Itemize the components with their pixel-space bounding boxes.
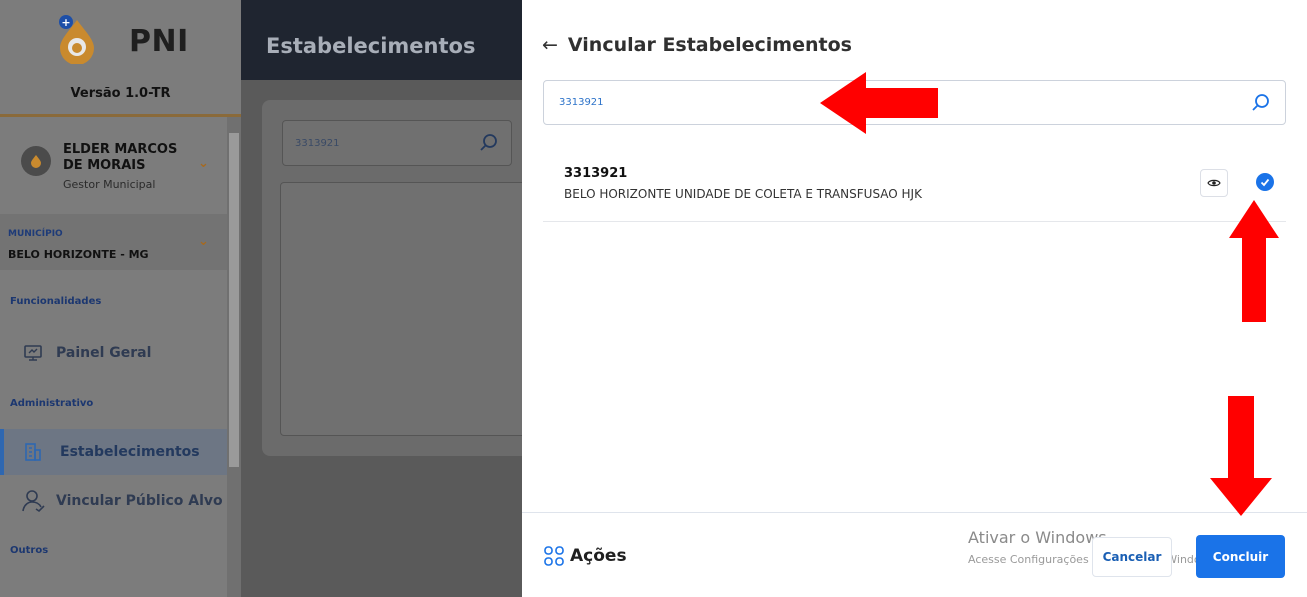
sidebar-item-painel-geral[interactable]: Painel Geral: [0, 330, 227, 376]
user-role: Gestor Municipal: [63, 178, 156, 191]
establishment-code: 3313921: [564, 166, 628, 181]
sidebar: + PNI Versão 1.0-TR ELDER MARCOS DE MORA…: [0, 0, 241, 597]
sidebar-item-vincular-publico-alvo[interactable]: Vincular Público Alvo: [0, 478, 227, 524]
actions-label: Ações: [570, 546, 627, 566]
user-card[interactable]: ELDER MARCOS DE MORAIS Gestor Municipal …: [8, 126, 228, 206]
grid-icon: [544, 546, 564, 566]
search-icon[interactable]: [1251, 93, 1271, 113]
background-list-area: [280, 182, 531, 436]
windows-activation-title: Ativar o Windows: [968, 528, 1107, 547]
municipality-value: BELO HORIZONTE - MG: [8, 248, 149, 261]
section-functionalities: Funcionalidades: [10, 296, 102, 307]
sidebar-item-label: Painel Geral: [56, 345, 152, 361]
monitor-icon: [24, 345, 42, 361]
building-icon: [25, 443, 41, 461]
municipality-label: MUNICÍPIO: [8, 229, 63, 239]
topbar: Estabelecimentos: [241, 0, 531, 80]
search-value: 3313921: [559, 97, 604, 108]
drop-icon: [31, 155, 41, 168]
annotation-arrow-up: [1229, 200, 1279, 322]
eye-icon: [1207, 179, 1221, 187]
confirm-button[interactable]: Concluir: [1196, 535, 1285, 578]
municipality-selector[interactable]: MUNICÍPIO BELO HORIZONTE - MG ⌄: [0, 214, 227, 270]
drawer-footer: Ações Ativar o Windows Acesse Configuraç…: [522, 512, 1307, 597]
view-button[interactable]: [1200, 169, 1228, 197]
sidebar-item-estabelecimentos[interactable]: Estabelecimentos: [0, 429, 227, 475]
annotation-arrow-down: [1210, 396, 1272, 516]
sidebar-item-label: Estabelecimentos: [60, 444, 200, 460]
drawer-title: Vincular Estabelecimentos: [567, 34, 852, 56]
select-checkbox[interactable]: [1256, 173, 1274, 191]
logo-area: + PNI Versão 1.0-TR: [0, 0, 241, 117]
cancel-button[interactable]: Cancelar: [1092, 537, 1172, 577]
avatar: [21, 146, 51, 176]
user-name: ELDER MARCOS DE MORAIS: [63, 142, 178, 173]
checkmark-icon: [1260, 178, 1270, 187]
page-title: Estabelecimentos: [266, 34, 476, 58]
sidebar-item-label: Vincular Público Alvo: [56, 493, 223, 509]
chevron-down-icon[interactable]: ⌄: [198, 234, 209, 249]
annotation-arrow-left: [820, 72, 938, 134]
svg-text:+: +: [61, 16, 70, 29]
background-search-input[interactable]: 3313921: [282, 120, 512, 166]
section-others: Outros: [10, 545, 49, 556]
user-icon: [22, 490, 45, 513]
establishment-name: BELO HORIZONTE UNIDADE DE COLETA E TRANS…: [564, 187, 922, 201]
content-card: 3313921: [262, 100, 531, 456]
back-arrow-icon[interactable]: ←: [542, 34, 558, 56]
actions-menu[interactable]: Ações: [544, 546, 627, 566]
pni-logo-icon: +: [59, 15, 94, 64]
search-icon[interactable]: [479, 133, 499, 153]
sidebar-scrollbar-thumb[interactable]: [229, 133, 239, 467]
drawer-header: ← Vincular Estabelecimentos: [542, 34, 852, 56]
background-search-value: 3313921: [295, 138, 340, 149]
app-version: Versão 1.0-TR: [70, 86, 171, 101]
chevron-down-icon[interactable]: ⌄: [198, 156, 209, 171]
list-item[interactable]: 3313921 BELO HORIZONTE UNIDADE DE COLETA…: [543, 150, 1286, 222]
section-administrative: Administrativo: [10, 398, 94, 409]
app-name: PNI: [129, 24, 189, 59]
